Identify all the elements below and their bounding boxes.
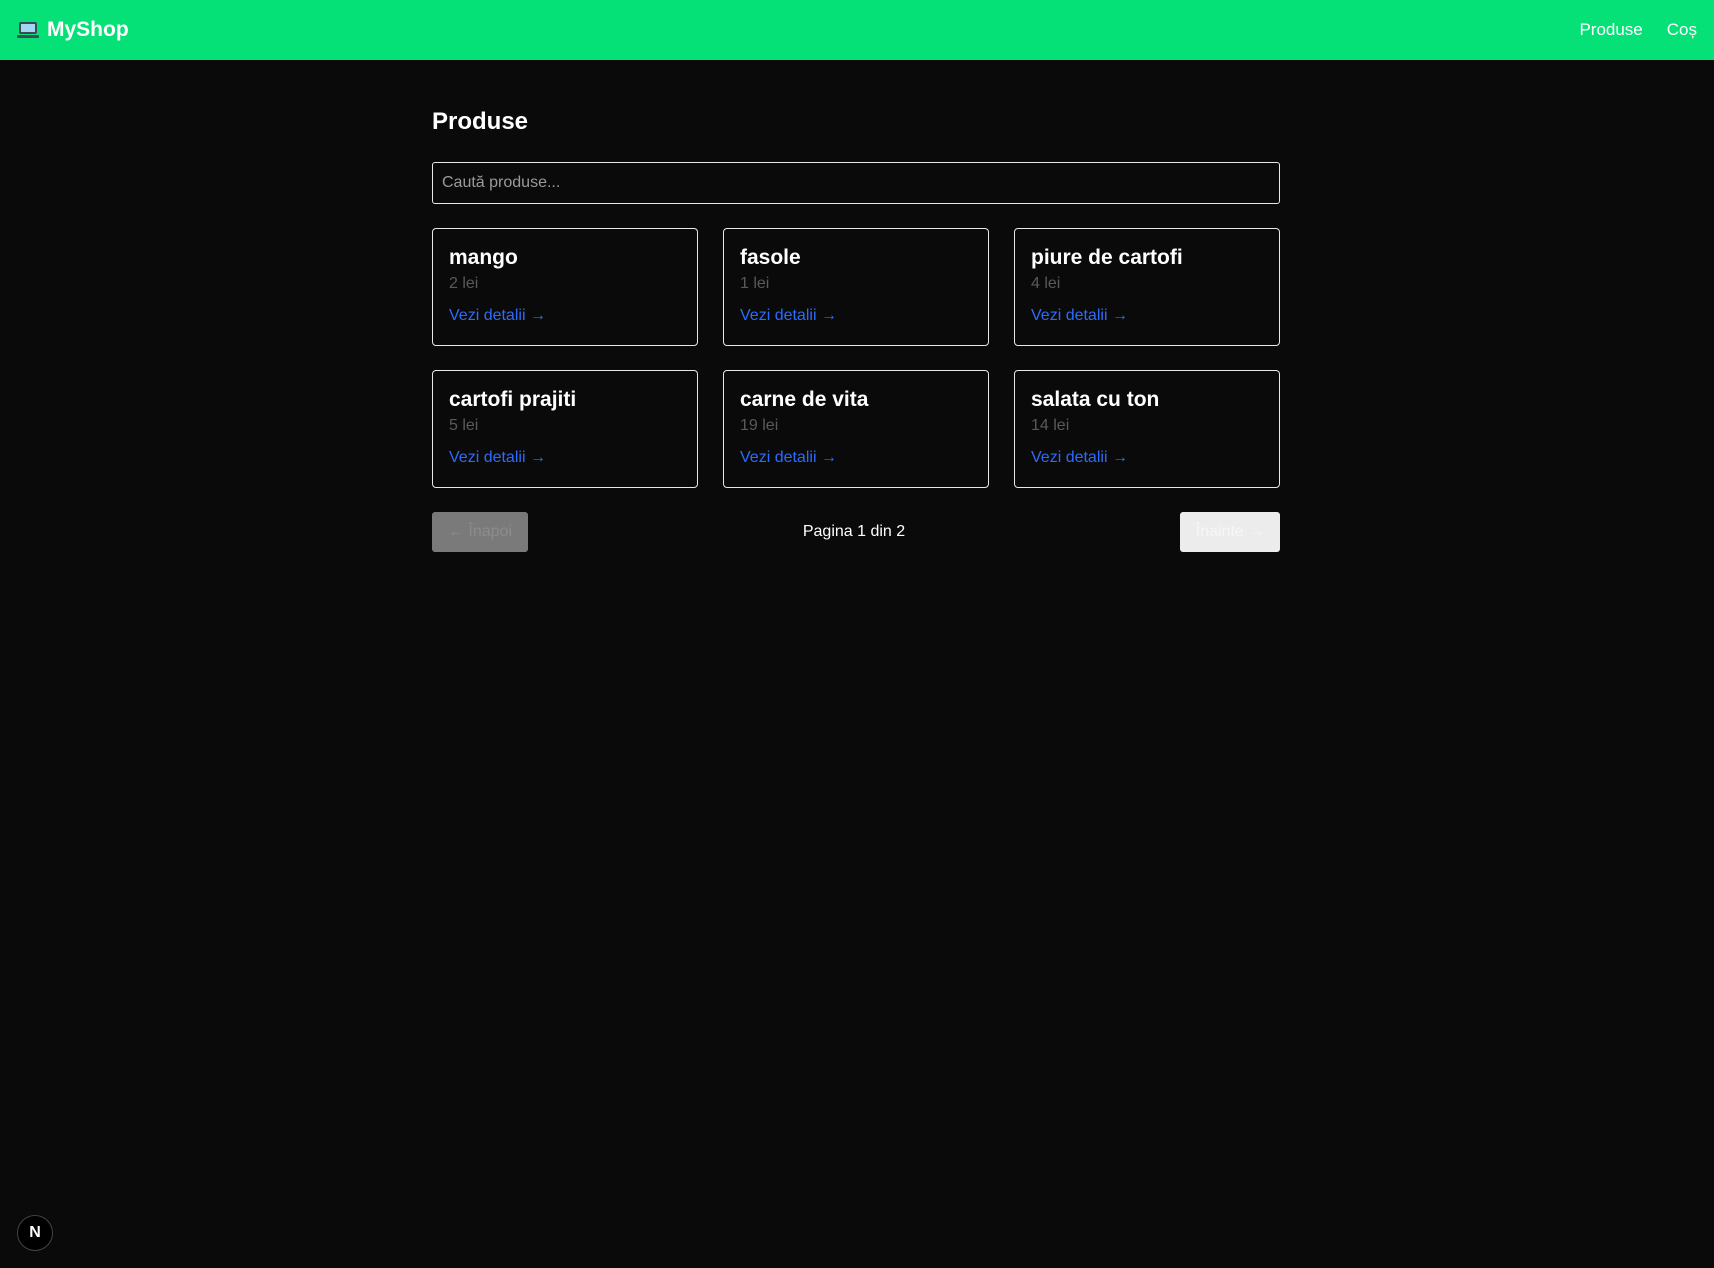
product-details-link[interactable]: Vezi detalii → <box>1031 448 1128 468</box>
pagination: ← Înapoi Pagina 1 din 2 Înainte → <box>432 512 1280 552</box>
product-card: mango 2 lei Vezi detalii → <box>432 228 698 346</box>
nav-link-cos[interactable]: Coș <box>1667 20 1697 40</box>
brand-name: MyShop <box>47 18 129 41</box>
prev-page-button[interactable]: ← Înapoi <box>432 512 528 552</box>
product-details-link[interactable]: Vezi detalii → <box>1031 306 1128 326</box>
product-price: 4 lei <box>1031 275 1061 292</box>
product-details-link[interactable]: Vezi detalii → <box>449 448 546 468</box>
product-name: mango <box>449 246 518 269</box>
page-indicator: Pagina 1 din 2 <box>802 523 906 540</box>
page-title: Produse <box>432 108 529 135</box>
top-navbar: MyShop Produse Coș <box>0 0 1714 60</box>
product-price: 19 lei <box>740 417 779 434</box>
laptop-icon <box>17 21 39 39</box>
product-card: salata cu ton 14 lei Vezi detalii → <box>1014 370 1280 488</box>
product-name: salata cu ton <box>1031 388 1160 411</box>
product-details-link[interactable]: Vezi detalii → <box>740 448 837 468</box>
nextjs-icon[interactable]: N <box>17 1215 53 1251</box>
product-name: fasole <box>740 246 801 269</box>
product-name: cartofi prajiti <box>449 388 577 411</box>
product-price: 5 lei <box>449 417 479 434</box>
product-name: piure de cartofi <box>1031 246 1183 269</box>
product-price: 14 lei <box>1031 417 1070 434</box>
product-card: carne de vita 19 lei Vezi detalii → <box>723 370 989 488</box>
next-page-button[interactable]: Înainte → <box>1180 512 1280 552</box>
product-name: carne de vita <box>740 388 869 411</box>
main-content: Produse mango 2 lei Vezi detalii → fasol… <box>432 60 1280 552</box>
brand[interactable]: MyShop <box>17 18 129 42</box>
product-details-link[interactable]: Vezi detalii → <box>740 306 837 326</box>
product-card: piure de cartofi 4 lei Vezi detalii → <box>1014 228 1280 346</box>
product-details-link[interactable]: Vezi detalii → <box>449 306 546 326</box>
dev-badge-label: N <box>29 1224 41 1241</box>
nav-links: Produse Coș <box>1579 20 1697 40</box>
product-card: cartofi prajiti 5 lei Vezi detalii → <box>432 370 698 488</box>
product-price: 2 lei <box>449 275 479 292</box>
product-grid: mango 2 lei Vezi detalii → fasole 1 lei … <box>432 228 1280 488</box>
search-input[interactable] <box>432 162 1280 204</box>
product-card: fasole 1 lei Vezi detalii → <box>723 228 989 346</box>
product-price: 1 lei <box>740 275 770 292</box>
nav-link-produse[interactable]: Produse <box>1579 20 1642 40</box>
